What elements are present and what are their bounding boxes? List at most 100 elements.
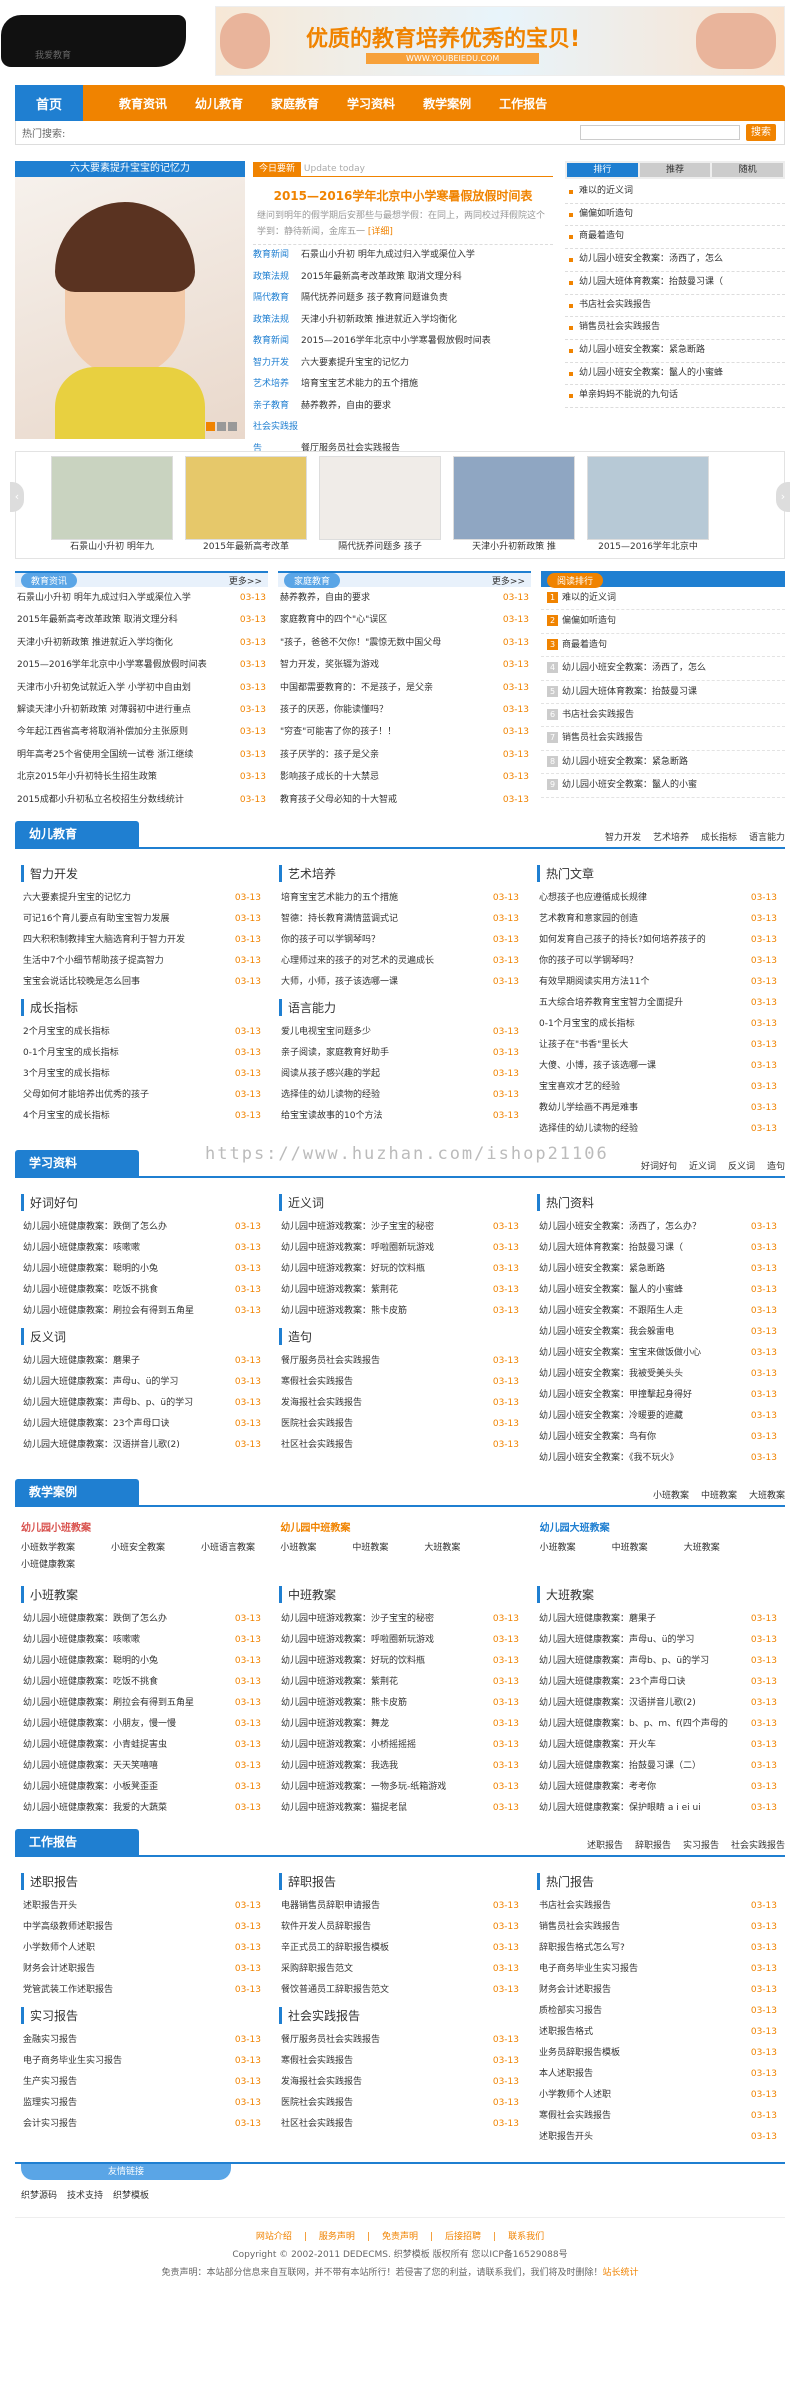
item-title[interactable]: 社区社会实践报告 [281, 2114, 353, 2135]
item-title[interactable]: 五大综合培养教育宝宝智力全面提升 [539, 993, 683, 1014]
item-title[interactable]: 幼儿园小班安全教案：不跟陌生人走 [539, 1301, 683, 1322]
case-link[interactable]: 小班教案 [540, 1540, 576, 1553]
case-category-title[interactable]: 幼儿园小班教案 [21, 1519, 260, 1534]
item-title[interactable]: 书店社会实践报告 [539, 1896, 611, 1917]
item-title[interactable]: 采购辞职报告范文 [281, 1959, 353, 1980]
list-item[interactable]: 幼儿园小班健康教案：小板凳歪歪 03-13 [21, 1777, 263, 1798]
rank-item[interactable]: 幼儿园小班安全教案：鬣人的小蜜蜂 [565, 363, 785, 386]
carousel-image[interactable] [319, 456, 441, 540]
item-title[interactable]: 生活中7个小细节帮助孩子提高智力 [23, 951, 164, 972]
today-item-title[interactable]: 天津小升初新政策 推进就近入学均衡化 [301, 315, 457, 325]
list-item[interactable]: 幼儿园中班游戏教案：好玩的饮料瓶 03-13 [279, 1259, 521, 1280]
item-title[interactable]: 六大要素提升宝宝的记忆力 [23, 888, 131, 909]
item-title[interactable]: 金融实习报告 [23, 2030, 77, 2051]
item-title[interactable]: 艺术教育和意家园的创造 [539, 909, 638, 930]
list-item[interactable]: 幼儿园中班游戏教案：我选我 03-13 [279, 1756, 521, 1777]
section-link[interactable]: 实习报告 [683, 1841, 719, 1851]
section-link[interactable]: 语言能力 [749, 833, 785, 843]
item-title[interactable]: 幼儿园中班游戏教案：一物多玩-纸箱游戏 [281, 1777, 446, 1798]
search-button[interactable]: 搜索 [746, 124, 776, 141]
item-title[interactable]: 中学高级教师述职报告 [23, 1917, 113, 1938]
list-item[interactable]: 教幼儿学绘画不再是难事 03-13 [537, 1098, 779, 1119]
rank-item[interactable]: 幼儿园小班安全教案：紧急断路 [565, 340, 785, 363]
rank-item[interactable]: 商最着造句 [565, 226, 785, 250]
today-item-tag[interactable]: 政策法规 [253, 310, 301, 332]
item-title[interactable]: 幼儿园大班健康教案：声母b、p、ü的学习 [539, 1651, 709, 1672]
list-item[interactable]: 金融实习报告 03-13 [21, 2030, 263, 2051]
item-title[interactable]: 赫养教养，自由的要求 [280, 587, 370, 609]
item-title[interactable]: 幼儿园大班健康教案：23个声母口诀 [539, 1672, 685, 1693]
tab-rank[interactable]: 排行 [567, 163, 638, 177]
item-title[interactable]: 选择佳的幼儿读物的经验 [539, 1119, 638, 1140]
item-title[interactable]: 你的孩子可以学钢琴吗？ [539, 951, 638, 972]
list-item[interactable]: 小学数师个人述职 03-13 [21, 1938, 263, 1959]
rank-title[interactable]: 书店社会实践报告 [562, 704, 634, 726]
item-title[interactable]: 幼儿园大班健康教案：23个声母口诀 [23, 1414, 169, 1435]
today-item-title[interactable]: 2015—2016学年北京中小学寒暑假放假时间表 [301, 336, 491, 346]
featured-slider[interactable]: 六大要素提升宝宝的记忆力 [15, 161, 245, 441]
item-title[interactable]: 幼儿园小班安全教案：甲撞擊起身得好 [539, 1385, 692, 1406]
item-title[interactable]: 质检部实习报告 [539, 2001, 602, 2022]
list-item[interactable]: 你的孩子可以学钢琴吗？ 03-13 [279, 930, 521, 951]
list-item[interactable]: 辞职报告格式怎么写? 03-13 [537, 1938, 779, 1959]
item-title[interactable]: 如何发育自己孩子的持长?如何培养孩子的 [539, 930, 706, 951]
list-item[interactable]: 幼儿园中班游戏教案：紫荆花 03-13 [279, 1280, 521, 1301]
list-item[interactable]: 幼儿园小班健康教案：咳嗽嗽 03-13 [21, 1238, 263, 1259]
list-item[interactable]: 电器销售员辞职申请报告 03-13 [279, 1896, 521, 1917]
list-item[interactable]: 宝宝喜欢才艺的经验 03-13 [537, 1077, 779, 1098]
rank-item[interactable]: 9 幼儿园小班安全教案：鬣人的小蜜 [541, 774, 785, 798]
section-link[interactable]: 辞职报告 [635, 1841, 671, 1851]
list-item[interactable]: 幼儿园小班健康教案：聪明的小兔 03-13 [21, 1259, 263, 1280]
item-title[interactable]: 幼儿园中班游戏教案：熊卡皮筋 [281, 1301, 407, 1322]
list-item[interactable]: 幼儿园大班健康教案：声母b、p、ü的学习 03-13 [537, 1651, 779, 1672]
tab-random[interactable]: 随机 [712, 163, 784, 177]
item-title[interactable]: 幼儿园大班健康教案：声母u、ü的学习 [23, 1372, 178, 1393]
footer-nav-link[interactable]: 网站介绍 [256, 2232, 292, 2242]
list-item[interactable]: 餐厅服务员社会实践报告 03-13 [279, 1351, 521, 1372]
list-item[interactable]: 艺术教育和意家园的创造 03-13 [537, 909, 779, 930]
item-title[interactable]: 教幼儿学绘画不再是难事 [539, 1098, 638, 1119]
item-title[interactable]: 幼儿园中班游戏教案：呼啦圈新玩游戏 [281, 1630, 434, 1651]
section-title[interactable]: 教学案例 [15, 1479, 139, 1506]
list-item[interactable]: 幼儿园小班安全教案：冷暖要的遮藏 03-13 [537, 1406, 779, 1427]
list-item[interactable]: 述职报告开头 03-13 [537, 2127, 779, 2148]
column-title[interactable]: 热门资料 [537, 1194, 779, 1212]
column-title[interactable]: 辞职报告 [279, 1873, 521, 1891]
item-title[interactable]: 幼儿园小班健康教案：吃饭不挑食 [23, 1672, 158, 1693]
list-item[interactable]: 幼儿园小班健康教案：刷拉会有得到五角星 03-13 [21, 1301, 263, 1322]
list-item[interactable]: 社区社会实践报告 03-13 [279, 2114, 521, 2135]
today-item[interactable]: 政策法规 天津小升初新政策 推进就近入学均衡化 [253, 310, 553, 332]
item-title[interactable]: 幼儿园小班安全教案：宝宝来做饭做小心 [539, 1343, 701, 1364]
item-title[interactable]: 亲子阅读，家庭教育好助手 [281, 1043, 389, 1064]
list-item[interactable]: 你的孩子可以学钢琴吗？ 03-13 [537, 951, 779, 972]
list-item[interactable]: 3个月宝宝的成长指标 03-13 [21, 1064, 263, 1085]
rank-item[interactable]: 6 书店社会实践报告 [541, 704, 785, 728]
carousel-caption[interactable]: 2015—2016学年北京中 [587, 540, 709, 554]
list-item[interactable]: 孩子的厌恶，你能读懂吗？ 03-13 [278, 699, 531, 721]
item-title[interactable]: 北京2015年小升初特长生招生政策 [17, 766, 157, 788]
friend-link[interactable]: 织梦模板 [113, 2188, 149, 2209]
item-title[interactable]: 幼儿园小班安全教案：鸟有你 [539, 1427, 656, 1448]
today-item[interactable]: 艺术培养 培育宝宝艺术能力的五个措施 [253, 374, 553, 396]
nav-item[interactable]: 工作报告 [499, 95, 547, 112]
list-item[interactable]: 幼儿园中班游戏教案：舞龙 03-13 [279, 1714, 521, 1735]
item-title[interactable]: 监理实习报告 [23, 2093, 77, 2114]
section-link[interactable]: 造句 [767, 1162, 785, 1172]
today-item[interactable]: 教育新闻 石景山小升初 明年九成过归入学或渠位入学 [253, 245, 553, 267]
item-title[interactable]: 幼儿园大班健康教案：声母b、p、ü的学习 [23, 1393, 193, 1414]
today-item[interactable]: 智力开发 六大要素提升宝宝的记忆力 [253, 353, 553, 375]
item-title[interactable]: 今年起江西省高考将取消补偿加分主张原则 [17, 721, 188, 743]
today-headline[interactable]: 2015—2016学年北京中小学寒暑假放假时间表 [253, 187, 553, 204]
list-item[interactable]: 幼儿园小班健康教案：我爱的大蔬菜 03-13 [21, 1798, 263, 1819]
item-title[interactable]: 发海报社会实践报告 [281, 1393, 362, 1414]
item-title[interactable]: 幼儿园大班健康教案：汉语拼音儿歌(2) [539, 1693, 696, 1714]
list-item[interactable]: 幼儿园大班体育教案：抬鼓曼习课（ 03-13 [537, 1238, 779, 1259]
item-title[interactable]: 中国都需要教育的：不是孩子，是父亲 [280, 677, 433, 699]
list-item[interactable]: 幼儿园大班健康教案：b、p、m、f(四个声母的 03-13 [537, 1714, 779, 1735]
case-link[interactable]: 大班教案 [684, 1540, 720, 1553]
more-link[interactable]: 更多>> [229, 574, 262, 587]
list-item[interactable]: 0-1个月宝宝的成长指标 03-13 [21, 1043, 263, 1064]
today-item-tag[interactable]: 智力开发 [253, 353, 301, 375]
list-item[interactable]: 0-1个月宝宝的成长指标 03-13 [537, 1014, 779, 1035]
today-item[interactable]: 教育新闻 2015—2016学年北京中小学寒暑假放假时间表 [253, 331, 553, 353]
